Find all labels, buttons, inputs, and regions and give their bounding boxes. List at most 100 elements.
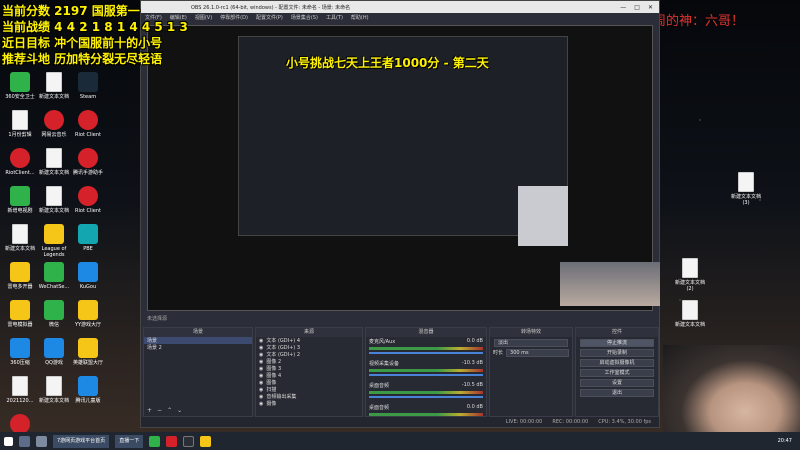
- desktop-icon[interactable]: KuGou: [70, 262, 106, 290]
- source-item[interactable]: ◉ 文本 (GDI+) 3: [256, 344, 362, 351]
- desktop-icon[interactable]: 英雄联盟大厅: [70, 338, 106, 366]
- desktop-icon[interactable]: 1月份剪辑: [2, 110, 38, 138]
- desktop-icon[interactable]: 雷电多开器: [2, 262, 38, 290]
- desktop-icon[interactable]: 新建文本文档: [36, 72, 72, 100]
- visibility-icon[interactable]: ◉: [259, 338, 263, 344]
- menu-tools[interactable]: 工具(T): [326, 14, 343, 21]
- desktop-icon[interactable]: Riot Client: [70, 186, 106, 214]
- source-item[interactable]: ◉ 音频输出采集: [256, 393, 362, 400]
- move-up-icon[interactable]: ⌃: [167, 407, 172, 414]
- visibility-icon[interactable]: ◉: [259, 352, 263, 358]
- source-item[interactable]: ◉ 图像 4: [256, 372, 362, 379]
- visibility-icon[interactable]: ◉: [259, 366, 263, 372]
- transition-select[interactable]: 淡出: [494, 339, 568, 347]
- source-item[interactable]: ◉ 摄像: [256, 400, 362, 407]
- desktop-icon[interactable]: 360安全卫士: [2, 72, 38, 100]
- desktop-icon[interactable]: 微信: [36, 300, 72, 328]
- visibility-icon[interactable]: ◉: [259, 373, 263, 379]
- visibility-icon[interactable]: ◉: [259, 387, 263, 393]
- desktop-icon[interactable]: 新建文本文档 (3): [728, 172, 764, 206]
- source-item[interactable]: ◉ 图像 2: [256, 358, 362, 365]
- volume-slider[interactable]: [369, 374, 483, 376]
- visibility-icon[interactable]: ◉: [259, 394, 263, 400]
- visibility-icon[interactable]: ◉: [259, 401, 263, 407]
- obs-taskbar-icon[interactable]: [183, 435, 195, 447]
- desktop-icon[interactable]: PBE: [70, 224, 106, 252]
- desktop-icon[interactable]: RiotClient...: [2, 148, 38, 176]
- scene-item[interactable]: 场景: [144, 337, 252, 344]
- minimize-button[interactable]: —: [620, 4, 626, 11]
- controls-dock[interactable]: 控件 停止推流 开始录制 启动虚拟摄像机 工作室模式 设置 退出: [575, 327, 659, 417]
- mixer-channel[interactable]: 视频采集设备 -10.3 dB: [366, 359, 486, 381]
- remove-scene-icon[interactable]: −: [157, 407, 162, 414]
- desktop-icon[interactable]: QQ游戏: [36, 338, 72, 366]
- app-icon: [46, 72, 62, 92]
- visibility-icon[interactable]: ◉: [259, 345, 263, 351]
- desktop-icon[interactable]: 腾讯手游助手: [70, 148, 106, 176]
- source-item[interactable]: ◉ 图像: [256, 379, 362, 386]
- search-icon[interactable]: [19, 435, 30, 447]
- desktop-icon[interactable]: 新建文本文档: [36, 148, 72, 176]
- sources-dock[interactable]: 来源 ◉ 文本 (GDI+) 4 ◉ 文本 (GDI+) 3 ◉ 文本 (GDI+) 2 ◉…: [255, 327, 363, 417]
- desktop-icon-label: PBE: [83, 246, 93, 252]
- transitions-dock[interactable]: 转场特效 淡出 时长 300 ms: [489, 327, 573, 417]
- netease-icon[interactable]: [166, 435, 178, 447]
- desktop-icon[interactable]: 腾讯儿童版: [70, 376, 106, 404]
- taskbar-app-browser[interactable]: 7游网页游戏平台首页: [53, 434, 110, 448]
- menu-profile[interactable]: 配置文件(P): [256, 14, 283, 21]
- scenes-dock[interactable]: 场景 场景 场景 2 + − ⌃ ⌄: [143, 327, 253, 417]
- desktop-icon[interactable]: 网易云音乐: [36, 110, 72, 138]
- desktop-icon[interactable]: Steam: [70, 72, 106, 100]
- desktop-icon[interactable]: 新增电视剧: [2, 186, 38, 214]
- move-down-icon[interactable]: ⌄: [177, 407, 182, 414]
- source-item[interactable]: ◉ 扫描: [256, 386, 362, 393]
- task-view-icon[interactable]: [36, 435, 47, 447]
- folder-icon[interactable]: [200, 435, 212, 447]
- visibility-icon[interactable]: ◉: [259, 359, 263, 365]
- desktop-icon[interactable]: 新建文本文档: [36, 186, 72, 214]
- exit-button[interactable]: 退出: [580, 389, 654, 397]
- source-item[interactable]: ◉ 文本 (GDI+) 2: [256, 351, 362, 358]
- desktop-icon[interactable]: 新建文本文档: [672, 300, 708, 328]
- add-scene-icon[interactable]: +: [147, 407, 152, 414]
- taskbar-app-live[interactable]: 直播一下: [115, 434, 144, 448]
- volume-slider[interactable]: [369, 396, 483, 398]
- app-icon: [44, 110, 64, 130]
- wechat-icon[interactable]: [149, 435, 161, 447]
- close-button[interactable]: ✕: [648, 4, 653, 11]
- volume-slider[interactable]: [369, 352, 483, 354]
- desktop-icon[interactable]: 新建文本文档 (2): [672, 258, 708, 292]
- stop-streaming-button[interactable]: 停止推流: [580, 339, 654, 347]
- app-icon: [12, 376, 28, 396]
- source-item[interactable]: ◉ 图像 3: [256, 365, 362, 372]
- app-icon: [10, 148, 30, 168]
- mixer-dock[interactable]: 混音器 麦克风/Aux 0.0 dB 视频采集设备 -10.3 dB 桌面音频 -10.5…: [365, 327, 487, 420]
- desktop-icon[interactable]: YY游戏大厅: [70, 300, 106, 328]
- menu-scene-collection[interactable]: 场景集合(S): [291, 14, 318, 21]
- scene-item[interactable]: 场景 2: [144, 344, 252, 351]
- duration-input[interactable]: 300 ms: [506, 348, 569, 357]
- menu-help[interactable]: 帮助(H): [351, 14, 369, 21]
- desktop-icon[interactable]: 360压缩: [2, 338, 38, 366]
- studio-mode-button[interactable]: 工作室模式: [580, 369, 654, 377]
- settings-button[interactable]: 设置: [580, 379, 654, 387]
- mixer-channel[interactable]: 桌面音频 -10.5 dB: [366, 381, 486, 403]
- menu-view[interactable]: 视图(V): [195, 14, 212, 21]
- virtual-camera-button[interactable]: 启动虚拟摄像机: [580, 359, 654, 367]
- desktop-icon[interactable]: 新建文本文档: [2, 224, 38, 252]
- visibility-icon[interactable]: ◉: [259, 380, 263, 386]
- desktop-icon-label: 英雄联盟大厅: [72, 360, 103, 366]
- mixer-channel[interactable]: 麦克风/Aux 0.0 dB: [366, 337, 486, 359]
- desktop-icon[interactable]: League of Legends: [36, 224, 72, 258]
- desktop-icon[interactable]: 新建文本文档: [36, 376, 72, 404]
- desktop-icon[interactable]: WeChatSe...: [36, 262, 72, 290]
- source-label: 文本 (GDI+) 3: [266, 344, 301, 351]
- start-recording-button[interactable]: 开始录制: [580, 349, 654, 357]
- desktop-icon[interactable]: 2021120...: [2, 376, 38, 404]
- windows-start-icon[interactable]: [4, 436, 13, 446]
- menu-docks[interactable]: 停靠部件(D): [220, 14, 248, 21]
- maximize-button[interactable]: □: [634, 4, 640, 11]
- desktop-icon[interactable]: Riot Client: [70, 110, 106, 138]
- desktop-icon[interactable]: 雷电模拟器: [2, 300, 38, 328]
- source-item[interactable]: ◉ 文本 (GDI+) 4: [256, 337, 362, 344]
